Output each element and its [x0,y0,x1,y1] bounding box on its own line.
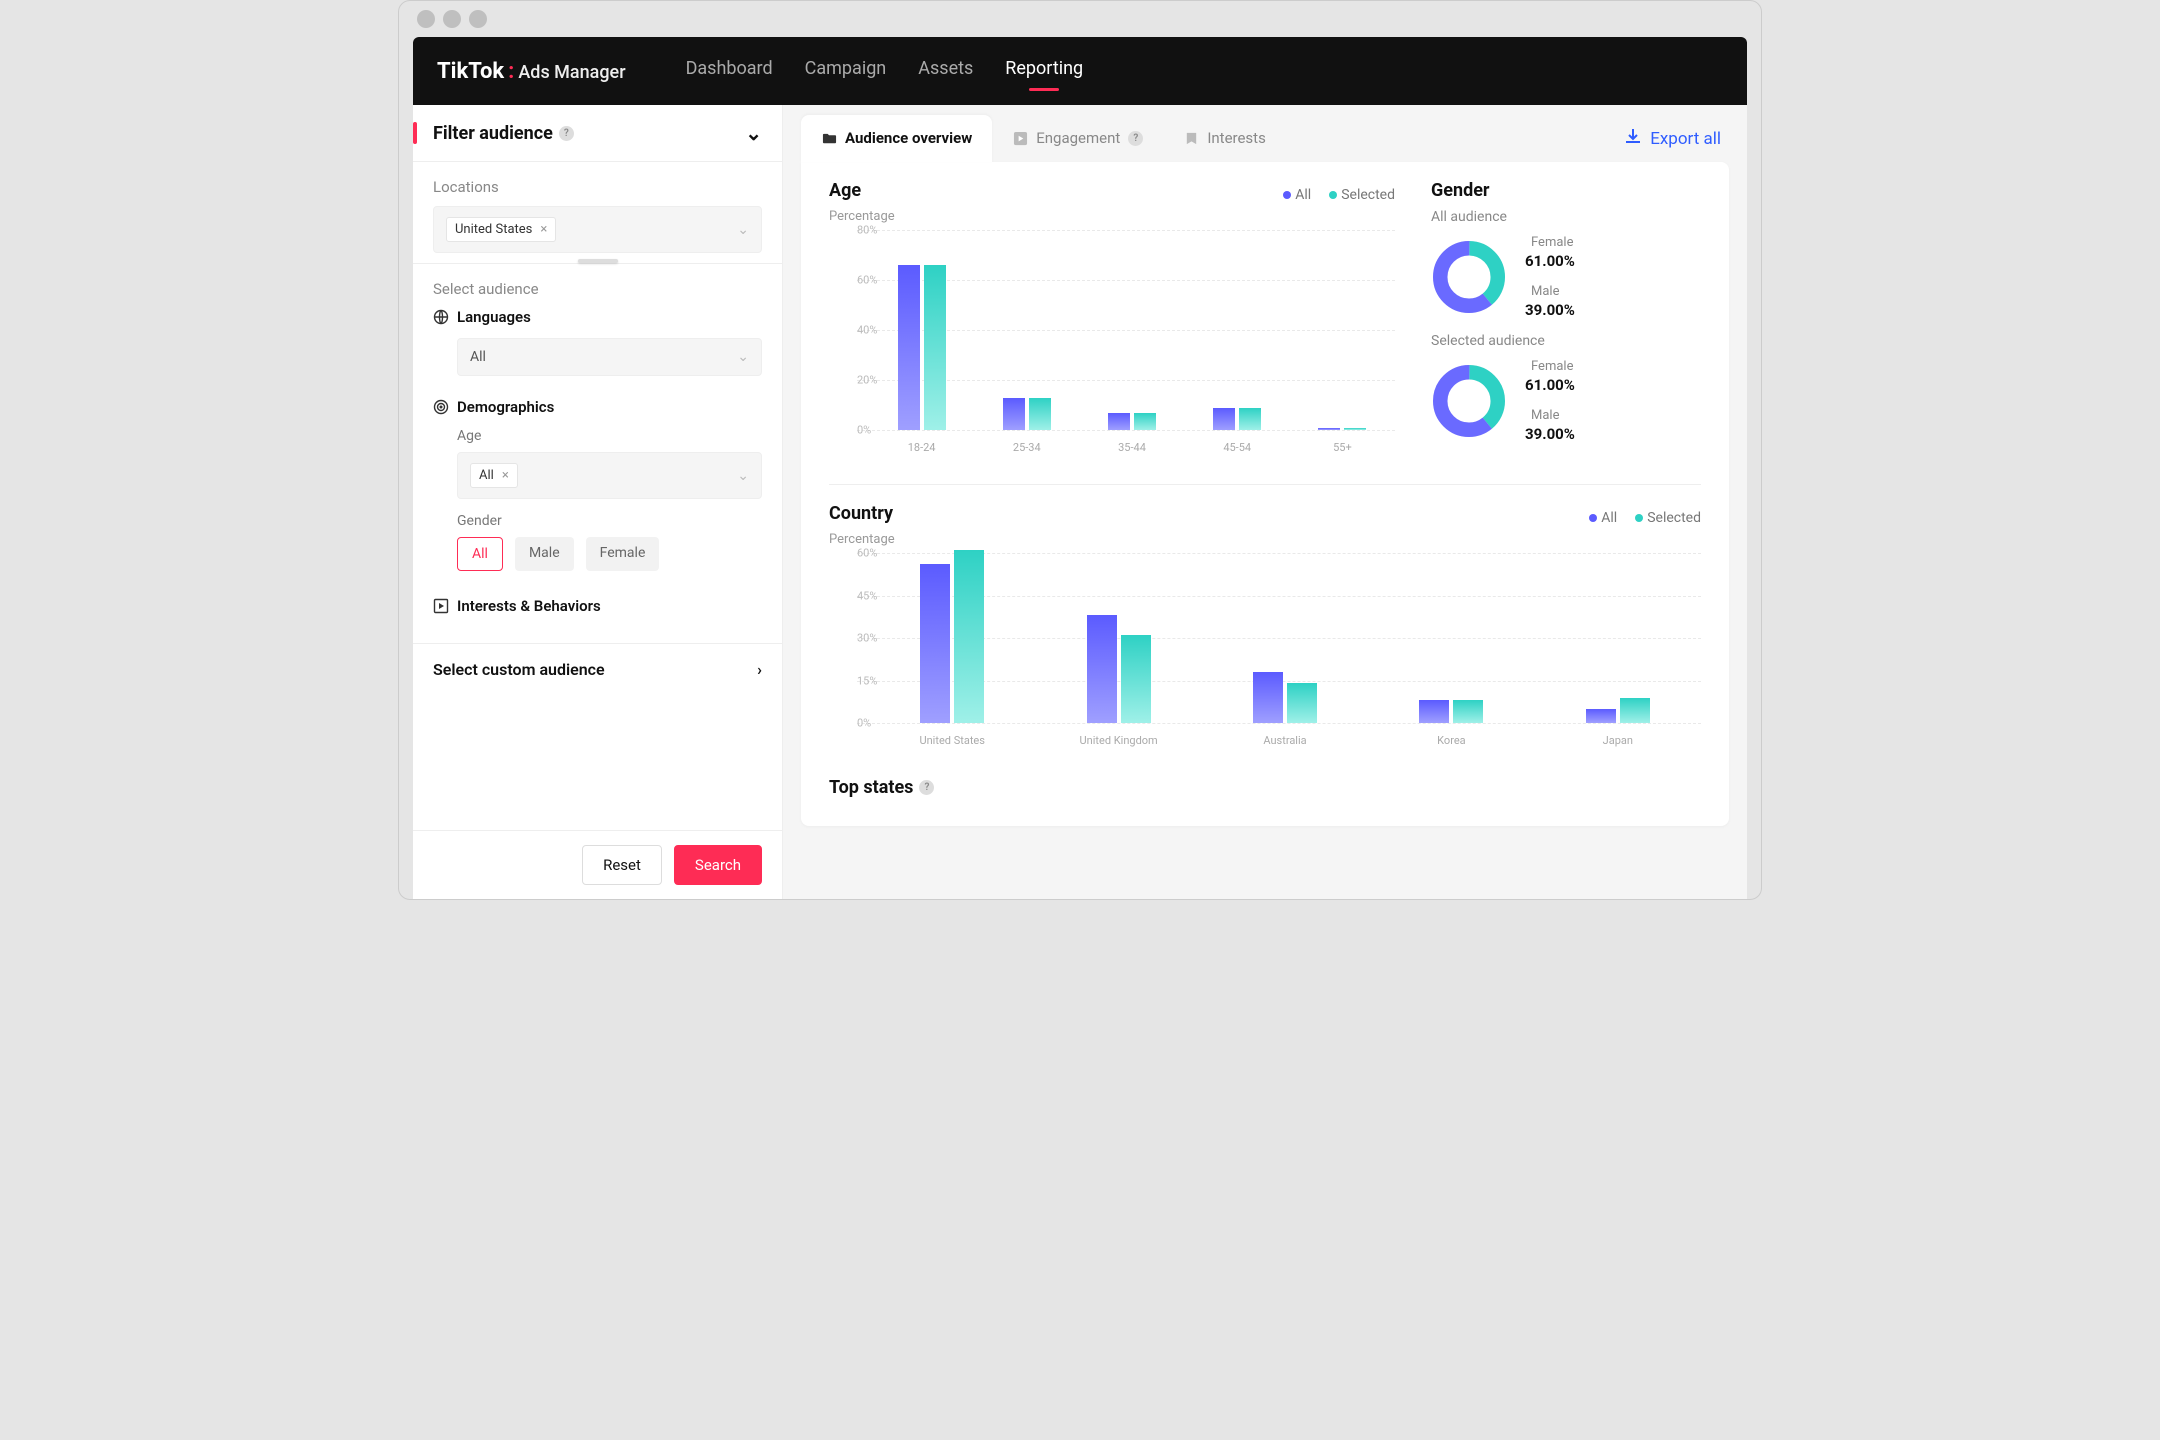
gender-all-male-pct: 39.00% [1525,301,1575,319]
location-chip[interactable]: United States × [446,217,556,242]
demographics-label: Demographics [457,398,554,416]
languages-select[interactable]: All ⌄ [457,338,762,376]
search-button[interactable]: Search [674,845,762,885]
select-audience-label: Select audience [433,280,762,298]
reset-button[interactable]: Reset [582,845,662,885]
gender-label: Gender [457,513,762,529]
chevron-down-icon: ⌄ [737,222,749,238]
top-states-title: Top states [829,777,913,798]
legend-all: All [1295,187,1311,203]
gender-male-label: Male [1531,284,1559,299]
gender-female-button[interactable]: Female [586,537,660,571]
play-icon [1012,130,1028,146]
gender-male-label: Male [1531,408,1559,423]
download-icon [1624,127,1642,150]
filter-audience-title: Filter audience [433,123,553,144]
help-icon[interactable]: ? [1128,131,1143,146]
interests-behaviors-header[interactable]: Interests & Behaviors [433,597,762,615]
age-chart-title: Age [829,180,861,201]
tab-engagement-label: Engagement [1036,129,1120,147]
filter-audience-header[interactable]: Filter audience ? ⌄ [433,121,762,145]
globe-icon [433,309,449,325]
locations-select[interactable]: United States × ⌄ [433,206,762,253]
gender-all-donut [1431,239,1507,315]
brand-name: TikTok [437,59,504,84]
gender-female-label: Female [1531,359,1573,374]
select-custom-audience-row[interactable]: Select custom audience › [413,643,782,695]
tab-overview-label: Audience overview [845,129,972,147]
country-legend: All Selected [1589,510,1701,526]
select-custom-label: Select custom audience [433,660,605,679]
window-dot [469,10,487,28]
tab-interests-label: Interests [1207,129,1266,147]
tab-engagement[interactable]: Engagement ? [992,115,1163,162]
tab-audience-overview[interactable]: Audience overview [801,115,992,162]
target-icon [433,399,449,415]
chevron-down-icon: ⌄ [737,468,749,484]
window-dot [417,10,435,28]
country-chart-subtitle: Percentage [829,532,1701,547]
chip-remove-icon[interactable]: × [502,468,509,483]
languages-label: Languages [457,308,531,326]
languages-value: All [470,349,486,365]
gender-male-button[interactable]: Male [515,537,574,571]
gender-all-audience-label: All audience [1431,209,1701,225]
top-nav: TikTok: Ads Manager Dashboard Campaign A… [413,37,1747,105]
chevron-right-icon: › [757,660,762,679]
chevron-down-icon: ⌄ [737,349,749,365]
folder-icon [821,130,837,146]
country-chart: 60%45%30%15%0%United StatesUnited Kingdo… [829,553,1701,753]
nav-campaign[interactable]: Campaign [805,58,887,85]
nav-assets[interactable]: Assets [918,58,973,85]
location-chip-label: United States [455,222,532,237]
play-box-icon [433,598,449,614]
legend-all: All [1601,510,1617,526]
chip-remove-icon[interactable]: × [540,222,547,237]
export-all-label: Export all [1650,129,1721,149]
locations-label: Locations [433,178,762,196]
languages-header[interactable]: Languages [433,308,762,326]
demographics-header[interactable]: Demographics [433,398,762,416]
chevron-down-icon: ⌄ [745,121,762,145]
tab-interests[interactable]: Interests [1163,115,1286,162]
gender-female-label: Female [1531,235,1573,250]
window-titlebar [399,1,1761,37]
gender-sel-female-pct: 61.00% [1525,376,1575,394]
gender-sel-male-pct: 39.00% [1525,425,1575,443]
divider [829,484,1701,485]
nav-dashboard[interactable]: Dashboard [686,58,773,85]
brand-logo: TikTok: Ads Manager [437,59,626,84]
nav-reporting[interactable]: Reporting [1005,58,1083,85]
gender-selected-donut [1431,363,1507,439]
sidebar: Filter audience ? ⌄ Locations United Sta… [413,105,783,899]
gender-title: Gender [1431,180,1701,201]
drag-handle-icon[interactable] [578,259,618,263]
age-value: All [479,468,494,483]
interests-behaviors-label: Interests & Behaviors [457,597,601,615]
brand-colon: : [508,59,514,84]
export-all-button[interactable]: Export all [1624,127,1729,150]
legend-selected: Selected [1341,187,1395,203]
gender-all-female-pct: 61.00% [1525,252,1575,270]
age-label: Age [457,428,762,444]
age-chart: 80%60%40%20%0%18-2425-3435-4445-5455+ [829,230,1395,460]
legend-selected: Selected [1647,510,1701,526]
help-icon[interactable]: ? [559,126,574,141]
window-dot [443,10,461,28]
brand-sub: Ads Manager [518,62,625,83]
age-chip[interactable]: All × [470,463,518,488]
age-select[interactable]: All × ⌄ [457,452,762,499]
bookmark-icon [1183,130,1199,146]
help-icon[interactable]: ? [919,780,934,795]
gender-selected-audience-label: Selected audience [1431,333,1701,349]
country-chart-title: Country [829,503,893,524]
age-legend: All Selected [1283,187,1395,203]
gender-all-button[interactable]: All [457,537,503,571]
age-chart-subtitle: Percentage [829,209,1395,224]
